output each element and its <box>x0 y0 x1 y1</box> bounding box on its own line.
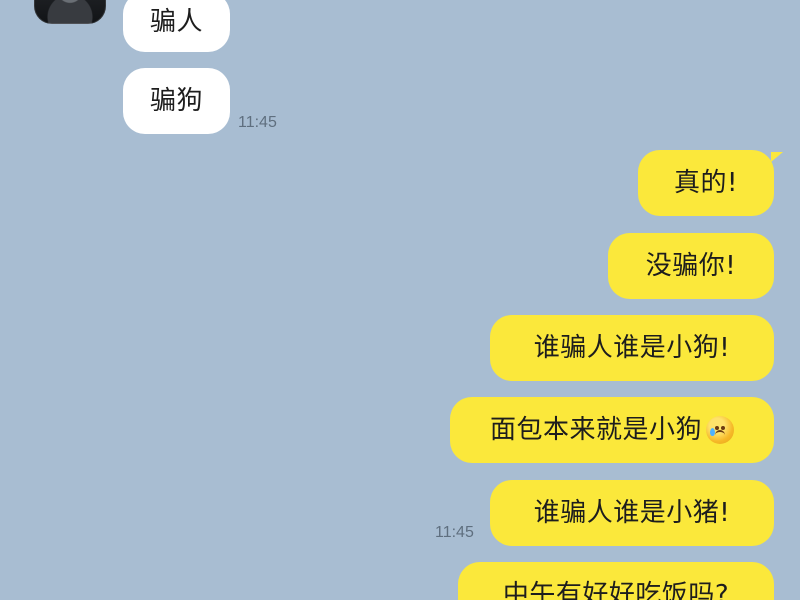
incoming-message-1-text: 骗人 <box>149 7 203 37</box>
outgoing-message-1[interactable]: 真的! <box>638 150 783 216</box>
outgoing-message-6[interactable]: 中午有好好吃饭吗? <box>458 562 774 600</box>
incoming-message-2[interactable]: 骗狗 <box>123 68 230 134</box>
outgoing-message-4[interactable]: 面包本来就是小狗 <box>450 397 774 463</box>
outgoing-message-2[interactable]: 没骗你! <box>608 233 774 299</box>
outgoing-message-6-text: 中午有好好吃饭吗? <box>502 580 730 600</box>
contact-avatar[interactable] <box>34 0 106 24</box>
outgoing-message-3-text: 谁骗人谁是小狗! <box>533 333 731 363</box>
incoming-message-2-text: 骗狗 <box>149 86 203 116</box>
outgoing-timestamp: 11:45 <box>435 524 474 541</box>
outgoing-message-3[interactable]: 谁骗人谁是小狗! <box>490 315 774 381</box>
crying-face-icon <box>706 416 734 444</box>
outgoing-message-5-text: 谁骗人谁是小猪! <box>533 498 731 528</box>
outgoing-message-2-text: 没骗你! <box>645 251 737 281</box>
outgoing-message-5[interactable]: 谁骗人谁是小猪! <box>490 480 774 546</box>
outgoing-message-4-text: 面包本来就是小狗 <box>489 415 702 445</box>
incoming-timestamp: 11:45 <box>238 114 277 131</box>
incoming-message-1[interactable]: 骗人 <box>123 0 230 52</box>
chat-screen: 骗人 骗狗 11:45 真的! 没骗你! 谁骗人谁是小狗! 面包本来就是小狗 1… <box>0 0 800 600</box>
outgoing-message-1-text: 真的! <box>674 168 738 198</box>
